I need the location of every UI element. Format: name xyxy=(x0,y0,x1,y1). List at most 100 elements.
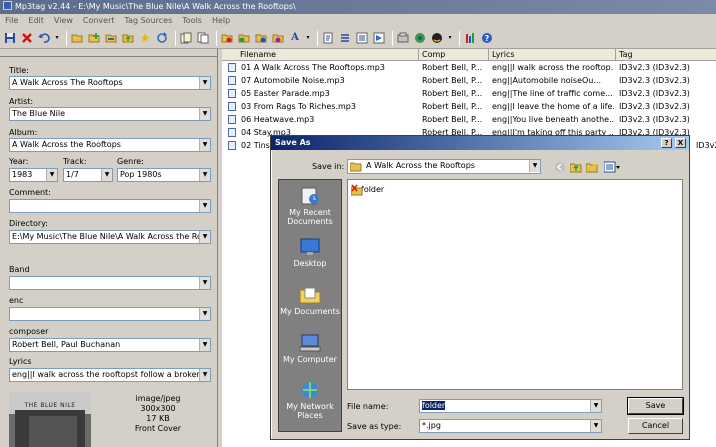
artist-field[interactable]: The Blue Nile ▼ xyxy=(9,107,211,121)
menu-convert[interactable]: Convert xyxy=(78,14,120,28)
table-row[interactable]: 03 From Rags To Riches.mp3 Robert Bell, … xyxy=(222,100,716,113)
comment-field[interactable]: ▼ xyxy=(9,199,211,213)
tag-sources-dropdown-icon[interactable]: ▾ xyxy=(447,31,453,45)
place-my-documents[interactable]: My Documents xyxy=(279,285,341,316)
text-to-tag-icon[interactable] xyxy=(254,31,268,45)
lyrics-cell: eng||I leave the home of a life... xyxy=(492,102,614,111)
band-field[interactable]: ▼ xyxy=(9,276,211,290)
list-item[interactable]: folder xyxy=(351,184,384,196)
chevron-down-icon[interactable]: ▼ xyxy=(199,139,210,151)
composer-field[interactable]: Robert Bell, Paul Buchanan ▼ xyxy=(9,338,211,352)
file-name-label: File name: xyxy=(347,402,389,411)
save-icon[interactable] xyxy=(3,31,17,45)
copy-icon[interactable] xyxy=(196,31,210,45)
save-in-dropdown[interactable]: A Walk Across the Rooftops ▼ xyxy=(347,159,541,174)
action-icon[interactable] xyxy=(372,31,386,45)
app-icon xyxy=(3,1,12,10)
close-button[interactable]: X xyxy=(675,138,686,148)
table-row[interactable]: 01 A Walk Across The Rooftops.mp3 Robert… xyxy=(222,61,716,74)
menu-tag-sources[interactable]: Tag Sources xyxy=(120,14,178,28)
folder-icon[interactable] xyxy=(104,31,118,45)
chevron-down-icon[interactable]: ▼ xyxy=(529,160,540,172)
up-folder-icon[interactable] xyxy=(570,161,582,173)
chevron-down-icon[interactable]: ▼ xyxy=(46,169,57,181)
chevron-down-icon[interactable]: ▼ xyxy=(199,277,210,289)
remove-icon[interactable] xyxy=(20,31,34,45)
cancel-button[interactable]: Cancel xyxy=(628,418,683,434)
column-header-comp[interactable]: Comp xyxy=(419,49,489,61)
cut-icon[interactable] xyxy=(179,31,193,45)
new-folder-icon[interactable] xyxy=(586,161,598,173)
genre-field[interactable]: Pop 1980s ▼ xyxy=(117,168,211,182)
chevron-down-icon[interactable]: ▼ xyxy=(199,77,210,89)
refresh-icon[interactable] xyxy=(155,31,169,45)
table-row[interactable]: 06 Heatwave.mp3 Robert Bell, P... eng||Y… xyxy=(222,113,716,126)
menu-tools[interactable]: Tools xyxy=(177,14,207,28)
chevron-down-icon[interactable]: ▼ xyxy=(199,169,210,181)
chevron-down-icon[interactable]: ▼ xyxy=(199,231,210,243)
column-header-filename[interactable]: Filename xyxy=(222,49,419,61)
place-my-computer[interactable]: My Computer xyxy=(279,333,341,364)
place-my-recent-documents[interactable]: My Recent Documents xyxy=(279,186,341,226)
change-directory-icon[interactable] xyxy=(70,31,84,45)
toolbar-separator xyxy=(317,30,318,46)
autonumber-icon[interactable] xyxy=(396,31,410,45)
chevron-down-icon[interactable]: ▼ xyxy=(199,200,210,212)
file-browser-area[interactable]: folder xyxy=(347,179,683,390)
year-field[interactable]: 1983 ▼ xyxy=(9,168,58,182)
column-header-lyrics[interactable]: Lyrics xyxy=(489,49,616,61)
chevron-down-icon[interactable]: ▼ xyxy=(199,369,210,381)
filename-to-tag-icon[interactable] xyxy=(237,31,251,45)
save-button[interactable]: Save xyxy=(627,397,684,415)
menu-help[interactable]: Help xyxy=(207,14,235,28)
help-button[interactable]: ? xyxy=(661,138,672,148)
tag-to-filename-icon[interactable] xyxy=(220,31,234,45)
back-icon[interactable] xyxy=(554,161,566,173)
options-icon[interactable] xyxy=(463,31,477,45)
favorite-icon[interactable]: ★ xyxy=(138,31,152,45)
comp-cell: Robert Bell, P... xyxy=(422,63,483,72)
export-icon[interactable] xyxy=(338,31,352,45)
save-as-type-label: Save as type: xyxy=(347,422,402,431)
place-desktop[interactable]: Desktop xyxy=(279,237,341,268)
playlist-icon[interactable] xyxy=(355,31,369,45)
directory-field[interactable]: E:\My Music\The Blue Nile\A Walk Across … xyxy=(9,230,211,244)
table-row[interactable]: 07 Automobile Noise.mp3 Robert Bell, P..… xyxy=(222,74,716,87)
album-field[interactable]: A Walk Across the Rooftops ▼ xyxy=(9,138,211,152)
toolbar-separator xyxy=(175,30,176,46)
chevron-down-icon[interactable]: ▼ xyxy=(590,400,601,412)
chevron-down-icon[interactable]: ▼ xyxy=(199,339,210,351)
table-row[interactable]: 05 Easter Parade.mp3 Robert Bell, P... e… xyxy=(222,87,716,100)
save-as-type-select[interactable]: *.jpg ▼ xyxy=(419,419,602,433)
chevron-down-icon[interactable]: ▼ xyxy=(101,169,112,181)
chevron-down-icon[interactable]: ▼ xyxy=(199,108,210,120)
edit-icon[interactable] xyxy=(321,31,335,45)
tag-to-tag-icon[interactable] xyxy=(271,31,285,45)
file-name-input[interactable]: folder ▼ xyxy=(419,399,602,413)
help-icon[interactable]: ? xyxy=(480,31,494,45)
filename-cell: 01 A Walk Across The Rooftops.mp3 xyxy=(241,63,385,72)
undo-dropdown-icon[interactable]: ▾ xyxy=(54,31,60,45)
filename-cell: 06 Heatwave.mp3 xyxy=(241,115,315,124)
amazon-icon[interactable] xyxy=(430,31,444,45)
folder-up-icon[interactable] xyxy=(121,31,135,45)
enc-field[interactable]: ▼ xyxy=(9,307,211,321)
menu-view[interactable]: View xyxy=(49,14,78,28)
chevron-down-icon[interactable]: ▼ xyxy=(590,420,601,432)
freedb-icon[interactable] xyxy=(413,31,427,45)
view-menu-icon[interactable] xyxy=(604,161,620,173)
menu-edit[interactable]: Edit xyxy=(23,14,49,28)
cover-art[interactable]: THE BLUE NILE xyxy=(9,392,91,447)
undo-icon[interactable] xyxy=(37,31,51,45)
add-directory-icon[interactable] xyxy=(87,31,101,45)
menu-file[interactable]: File xyxy=(0,14,23,28)
title-field[interactable]: A Walk Across The Rooftops ▼ xyxy=(9,76,211,90)
case-dropdown-icon[interactable]: ▾ xyxy=(305,31,311,45)
track-field[interactable]: 1/7 ▼ xyxy=(63,168,113,182)
save-in-label: Save in: xyxy=(312,162,345,171)
lyrics-field[interactable]: eng||I walk across the rooftopst follow … xyxy=(9,368,211,382)
case-conversion-icon[interactable]: A xyxy=(288,31,302,45)
place-my-network-places[interactable]: My Network Places xyxy=(279,380,341,420)
column-header-tag[interactable]: Tag xyxy=(616,49,716,61)
chevron-down-icon[interactable]: ▼ xyxy=(199,308,210,320)
